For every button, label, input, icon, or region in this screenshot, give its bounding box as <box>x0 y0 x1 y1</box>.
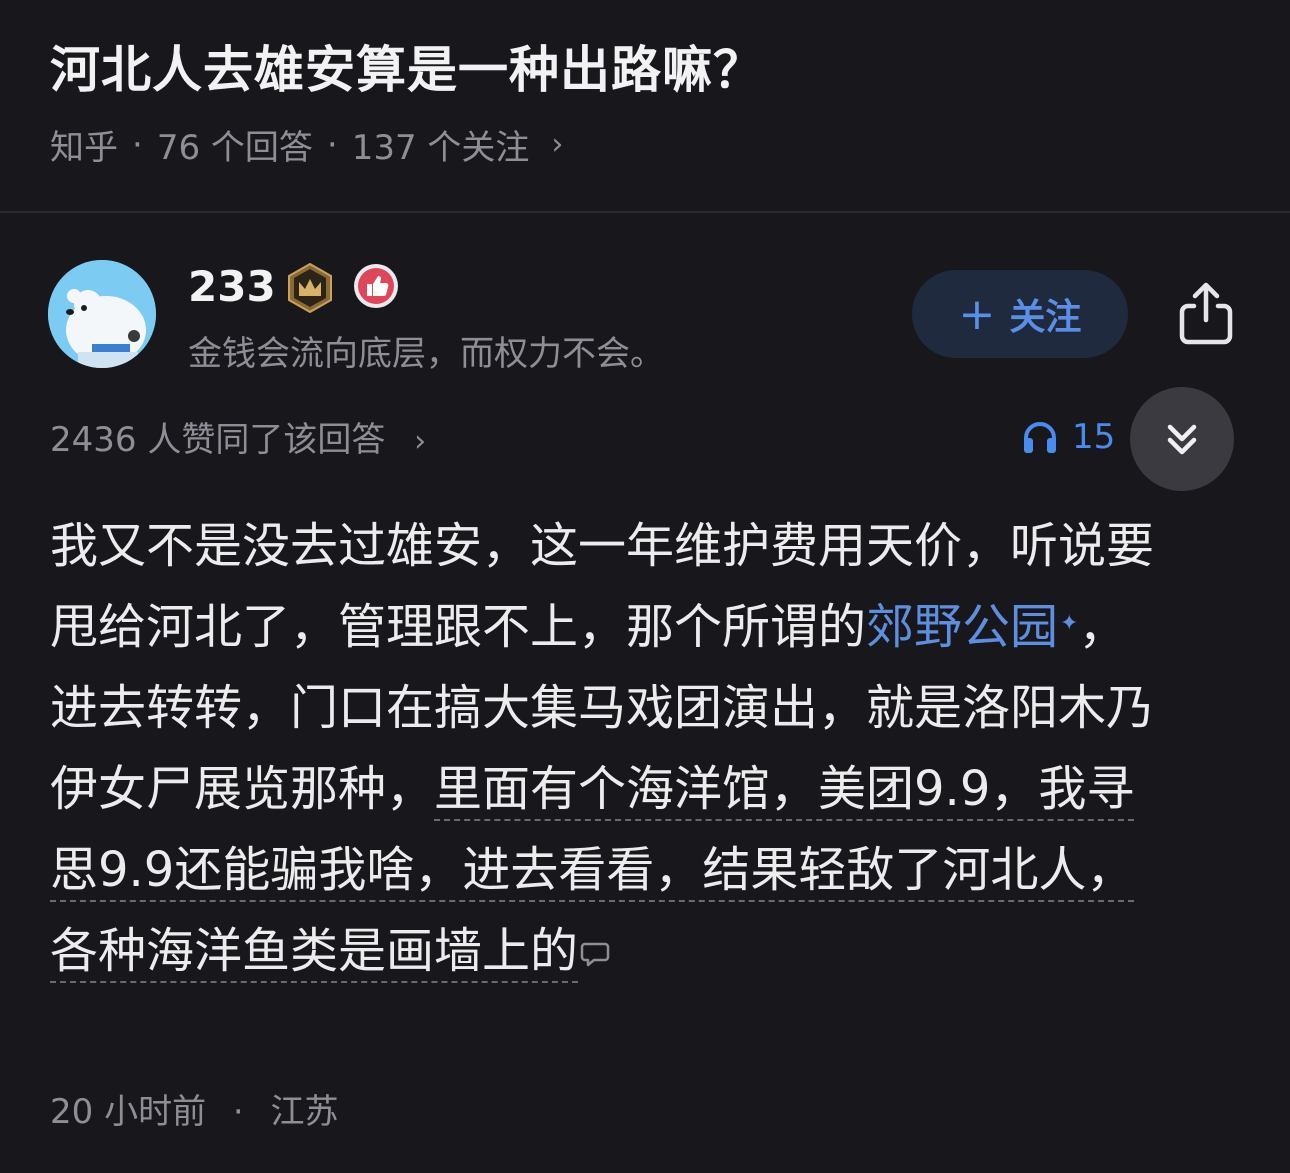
follow-button[interactable]: + 关注 <box>912 270 1128 358</box>
answer-line: 甩给河北了，管理跟不上，那个所谓的郊野公园✦， <box>50 587 1240 668</box>
post-location: 江苏 <box>270 1092 339 1132</box>
source-label: 知乎 <box>50 128 118 168</box>
answer-line: 进去转转，门口在搞大集马戏团演出，就是洛阳木乃 <box>50 680 1155 736</box>
answer-line: 各种海洋鱼类是画墙上的 <box>50 911 1240 992</box>
question-meta[interactable]: 知乎 · 76 个回答 · 137 个关注 › <box>50 120 563 169</box>
thumbs-up-badge-icon[interactable] <box>352 262 400 310</box>
author-bio: 金钱会流向底层，而权力不会。 <box>188 334 664 374</box>
share-icon[interactable] <box>1176 280 1236 346</box>
avatar[interactable] <box>48 260 156 368</box>
answer-count: 76 个回答 <box>156 128 313 168</box>
double-chevron-down-icon <box>1167 424 1197 455</box>
answer-text: ， <box>1078 599 1127 655</box>
answer-footer: 20 小时前 · 江苏 <box>50 1084 339 1133</box>
answer-content: 我又不是没去过雄安，这一年维护费用天价，听说要 甩给河北了，管理跟不上，那个所谓… <box>50 506 1240 992</box>
annotated-text[interactable]: 思9.9还能骗我啥，进去看看，结果轻敌了河北人， <box>50 842 1134 898</box>
polar-bear-avatar-icon <box>48 260 156 368</box>
collapse-button[interactable] <box>1130 387 1234 491</box>
follow-label: 关注 <box>1009 297 1082 338</box>
answer-text: 伊女尸展览那种， <box>50 761 435 817</box>
annotated-text[interactable]: 各种海洋鱼类是画墙上的 <box>50 923 578 979</box>
meta-separator: · <box>132 124 143 165</box>
follower-count: 137 个关注 <box>351 128 530 168</box>
keyword-link-text: 郊野公园 <box>866 599 1059 655</box>
answer-line: 思9.9还能骗我啥，进去看看，结果轻敌了河北人， <box>50 830 1240 911</box>
answer-text: 甩给河北了，管理跟不上，那个所谓的 <box>50 599 867 655</box>
headphones-icon <box>1024 421 1056 453</box>
chevron-right-icon: › <box>551 127 564 162</box>
upvote-text: 2436 人赞同了该回答 <box>50 420 386 460</box>
listen-count: 15 <box>1072 416 1116 457</box>
upvote-summary[interactable]: 2436 人赞同了该回答 › <box>50 412 426 461</box>
post-time: 20 小时前 <box>50 1092 207 1132</box>
chevron-right-icon: › <box>414 424 427 459</box>
meta-separator: · <box>232 1092 244 1132</box>
annotated-text[interactable]: 里面有个海洋馆，美团9.9，我寻 <box>434 761 1134 817</box>
question-header: 河北人去雄安算是一种出路嘛？ 知乎 · 76 个回答 · 137 个关注 › <box>0 0 1290 213</box>
meta-separator: · <box>326 124 338 165</box>
sparkle-icon: ✦ <box>1060 611 1079 636</box>
answer-line: 伊女尸展览那种，里面有个海洋馆，美团9.9，我寻 <box>50 749 1240 830</box>
question-title[interactable]: 河北人去雄安算是一种出路嘛？ <box>50 30 764 102</box>
answer-line: 我又不是没去过雄安，这一年维护费用天价，听说要 <box>50 518 1155 574</box>
crown-badge-icon[interactable] <box>284 262 336 314</box>
comment-bubble-icon[interactable] <box>580 939 610 969</box>
plus-icon: + <box>958 288 996 340</box>
author-name[interactable]: 233 <box>188 262 276 311</box>
keyword-link[interactable]: 郊野公园✦ <box>866 599 1078 655</box>
